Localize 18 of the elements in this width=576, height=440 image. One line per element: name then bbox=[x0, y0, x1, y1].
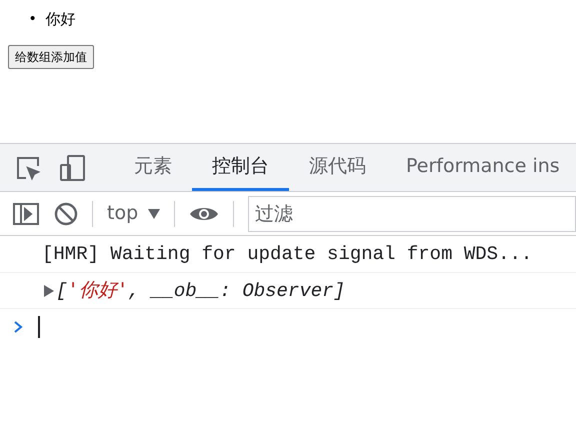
collapsed-triangle-icon[interactable] bbox=[44, 284, 54, 296]
context-dropdown[interactable]: top bbox=[107, 199, 160, 228]
filter-field[interactable]: 过滤 bbox=[248, 196, 576, 232]
devtools-tab[interactable]: 元素 bbox=[114, 144, 192, 191]
devtools-tab[interactable]: 控制台 bbox=[192, 144, 289, 191]
devtools-tab[interactable]: 源代码 bbox=[289, 144, 386, 191]
console-input-caret[interactable] bbox=[38, 316, 40, 338]
dropdown-caret-icon bbox=[148, 208, 160, 218]
devtools-tab[interactable]: Performance ins bbox=[386, 144, 576, 191]
bullet-marker: • bbox=[30, 9, 36, 29]
device-icon[interactable] bbox=[58, 152, 88, 182]
clear-icon[interactable] bbox=[54, 202, 78, 226]
prompt-chevron-icon bbox=[12, 320, 24, 334]
list-item: 你好 bbox=[45, 9, 76, 30]
console-object[interactable]: ['你好', __ob__: Observer] bbox=[56, 276, 345, 306]
console-message: [HMR] Waiting for update signal from WDS... bbox=[42, 242, 532, 267]
sidebar-icon[interactable] bbox=[12, 202, 40, 226]
add-value-button[interactable]: 给数组添加值 bbox=[8, 44, 94, 68]
